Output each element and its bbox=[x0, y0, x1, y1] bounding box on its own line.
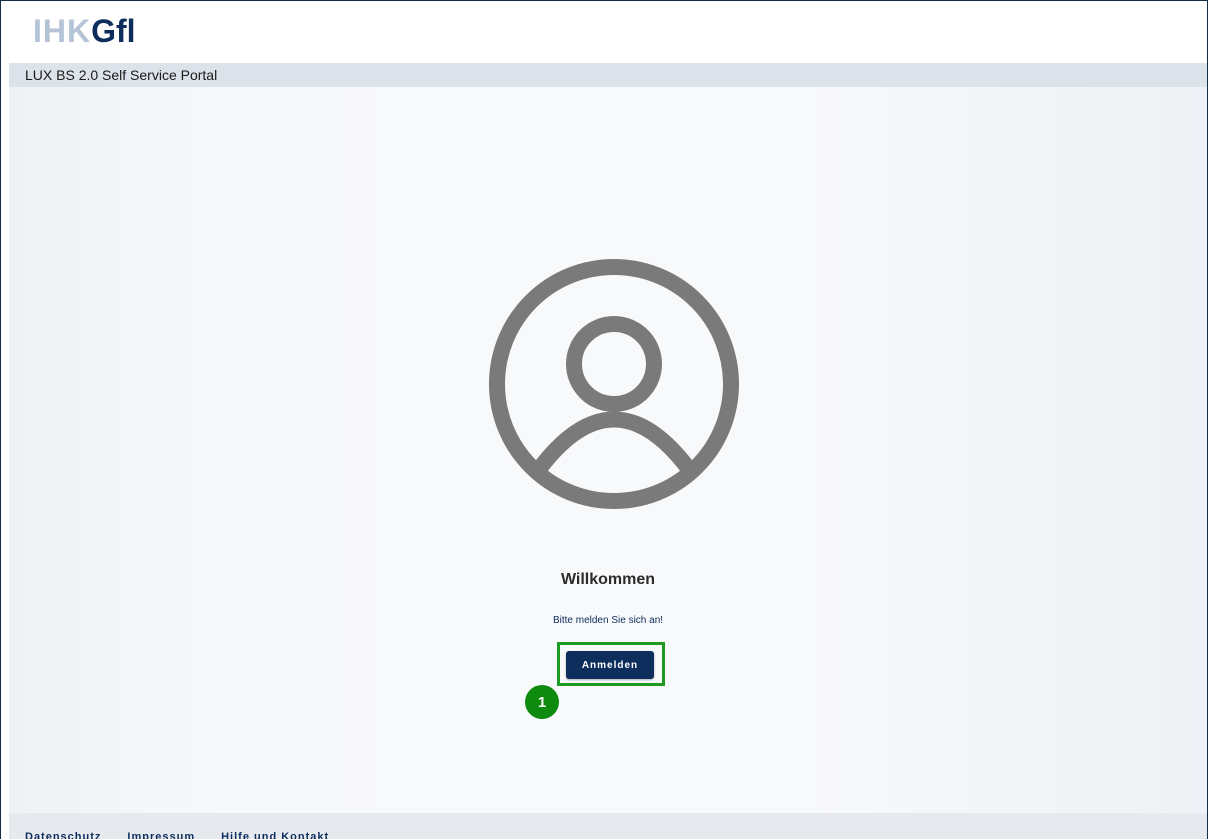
logo-ihk-text: IHK bbox=[33, 12, 92, 49]
step-number-badge: 1 bbox=[525, 685, 559, 719]
login-panel: Willkommen Bitte melden Sie sich an! Anm… bbox=[9, 87, 1207, 813]
ihk-gfl-logo[interactable]: IHK Gfl bbox=[33, 13, 136, 49]
login-prompt: Bitte melden Sie sich an! bbox=[552, 615, 664, 626]
portal-title-bar: LUX BS 2.0 Self Service Portal bbox=[9, 63, 1207, 87]
user-circle-icon bbox=[489, 259, 739, 509]
footer-link-impressum[interactable]: Impressum bbox=[127, 831, 195, 839]
login-button[interactable]: Anmelden bbox=[566, 651, 654, 679]
footer-link-hilfe-kontakt[interactable]: Hilfe und Kontakt bbox=[221, 831, 329, 839]
footer: Datenschutz Impressum Hilfe und Kontakt bbox=[9, 813, 1207, 839]
logo-gfl-text: Gfl bbox=[91, 12, 136, 49]
footer-links: Datenschutz Impressum Hilfe und Kontakt bbox=[25, 831, 329, 839]
portal-title: LUX BS 2.0 Self Service Portal bbox=[25, 67, 218, 83]
welcome-heading: Willkommen bbox=[560, 571, 656, 588]
header: IHK Gfl bbox=[9, 1, 1207, 63]
browser-frame: IHK Gfl LUX BS 2.0 Self Service Portal W… bbox=[0, 0, 1208, 839]
footer-link-datenschutz[interactable]: Datenschutz bbox=[25, 831, 101, 839]
